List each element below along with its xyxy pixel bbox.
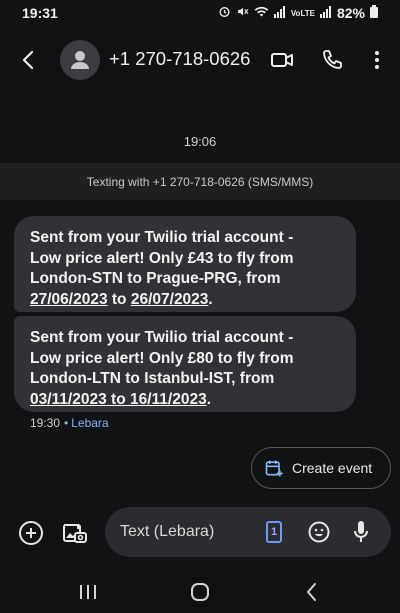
date-to: 16/11/2023	[130, 390, 207, 408]
add-circle-icon	[19, 521, 43, 545]
date-separator: 19:06	[183, 134, 217, 149]
sim-label: Lebara	[71, 416, 109, 430]
person-icon	[71, 51, 89, 69]
message-line: London-LTN to Istanbul-IST, from	[30, 370, 275, 387]
back-button[interactable]	[16, 48, 40, 72]
message-time: 19:30	[30, 416, 61, 430]
meta-separator: •	[64, 416, 69, 430]
video-call-button[interactable]	[270, 48, 294, 72]
more-vert-icon	[375, 51, 379, 69]
battery-icon	[370, 5, 378, 21]
status-time: 19:31	[22, 5, 58, 21]
message-line: Sent from your Twilio trial account -	[30, 229, 294, 246]
message-punct: .	[206, 390, 212, 408]
date-link[interactable]: 03/11/2023 to 16/11/2023	[30, 391, 207, 408]
phone-call-button[interactable]	[320, 48, 344, 72]
message-line: London-STN to Prague-PRG, from	[30, 270, 281, 287]
texting-with-text: Texting with +1 270-718-0626 (SMS/MMS)	[86, 174, 314, 189]
message-word: to	[111, 290, 127, 308]
create-event-label: Create event	[292, 460, 373, 476]
compose-row: Text (Lebara) 1	[0, 507, 400, 557]
message-word: to	[111, 390, 126, 408]
message-line: Low price alert! Only £43 to fly from	[30, 249, 294, 267]
contact-number[interactable]: +1 270-718-0626	[109, 48, 250, 70]
avatar[interactable]	[60, 40, 100, 80]
recent-apps-button[interactable]	[76, 581, 100, 603]
gallery-button[interactable]	[60, 519, 88, 547]
voice-input-button[interactable]	[351, 519, 371, 545]
arrow-back-icon	[22, 50, 34, 70]
home-icon	[191, 583, 209, 601]
alarm-icon	[218, 5, 231, 21]
status-bar: 19:31 VoLTE 82%	[0, 0, 400, 26]
recents-icon	[80, 585, 96, 599]
phone-icon	[323, 50, 342, 69]
home-button[interactable]	[188, 581, 212, 603]
signal-icon-2	[319, 5, 332, 21]
sim-select-button[interactable]: 1	[266, 521, 282, 543]
calendar-add-icon	[265, 460, 283, 477]
message-punct: .	[208, 290, 213, 308]
video-call-icon	[271, 53, 293, 67]
create-event-chip[interactable]: Create event	[251, 447, 391, 489]
date-link[interactable]: 27/06/2023	[30, 291, 108, 308]
mute-icon	[236, 5, 249, 21]
more-options-button[interactable]	[365, 48, 389, 72]
message-bubble[interactable]: Sent from your Twilio trial account - Lo…	[14, 316, 356, 412]
message-input[interactable]: Text (Lebara) 1	[105, 507, 391, 557]
message-line: Low price alert! Only £80 to fly from	[30, 349, 294, 367]
add-attachment-button[interactable]	[18, 520, 44, 546]
message-bubble[interactable]: Sent from your Twilio trial account - Lo…	[14, 216, 356, 312]
conversation-header: +1 270-718-0626	[0, 36, 400, 84]
date-link[interactable]: 26/07/2023	[131, 291, 209, 308]
nav-back-button[interactable]	[300, 581, 324, 603]
date-from: 03/11/2023	[30, 390, 107, 408]
signal-icon-1	[273, 5, 286, 21]
wifi-icon	[254, 5, 269, 21]
battery-percent: 82%	[336, 5, 365, 21]
emoji-button[interactable]	[308, 521, 330, 543]
volte-label: VoLTE	[290, 8, 315, 18]
chevron-left-icon	[307, 583, 316, 601]
gallery-camera-icon	[63, 524, 87, 543]
mic-icon	[354, 521, 368, 542]
emoji-icon	[308, 521, 330, 543]
navigation-bar	[0, 573, 400, 613]
message-meta: 19:30 • Lebara	[30, 416, 109, 430]
message-line: Sent from your Twilio trial account -	[30, 329, 294, 346]
message-input-placeholder: Text (Lebara)	[120, 523, 215, 540]
status-icons: VoLTE 82%	[218, 5, 378, 21]
texting-with-banner: Texting with +1 270-718-0626 (SMS/MMS)	[0, 163, 400, 200]
